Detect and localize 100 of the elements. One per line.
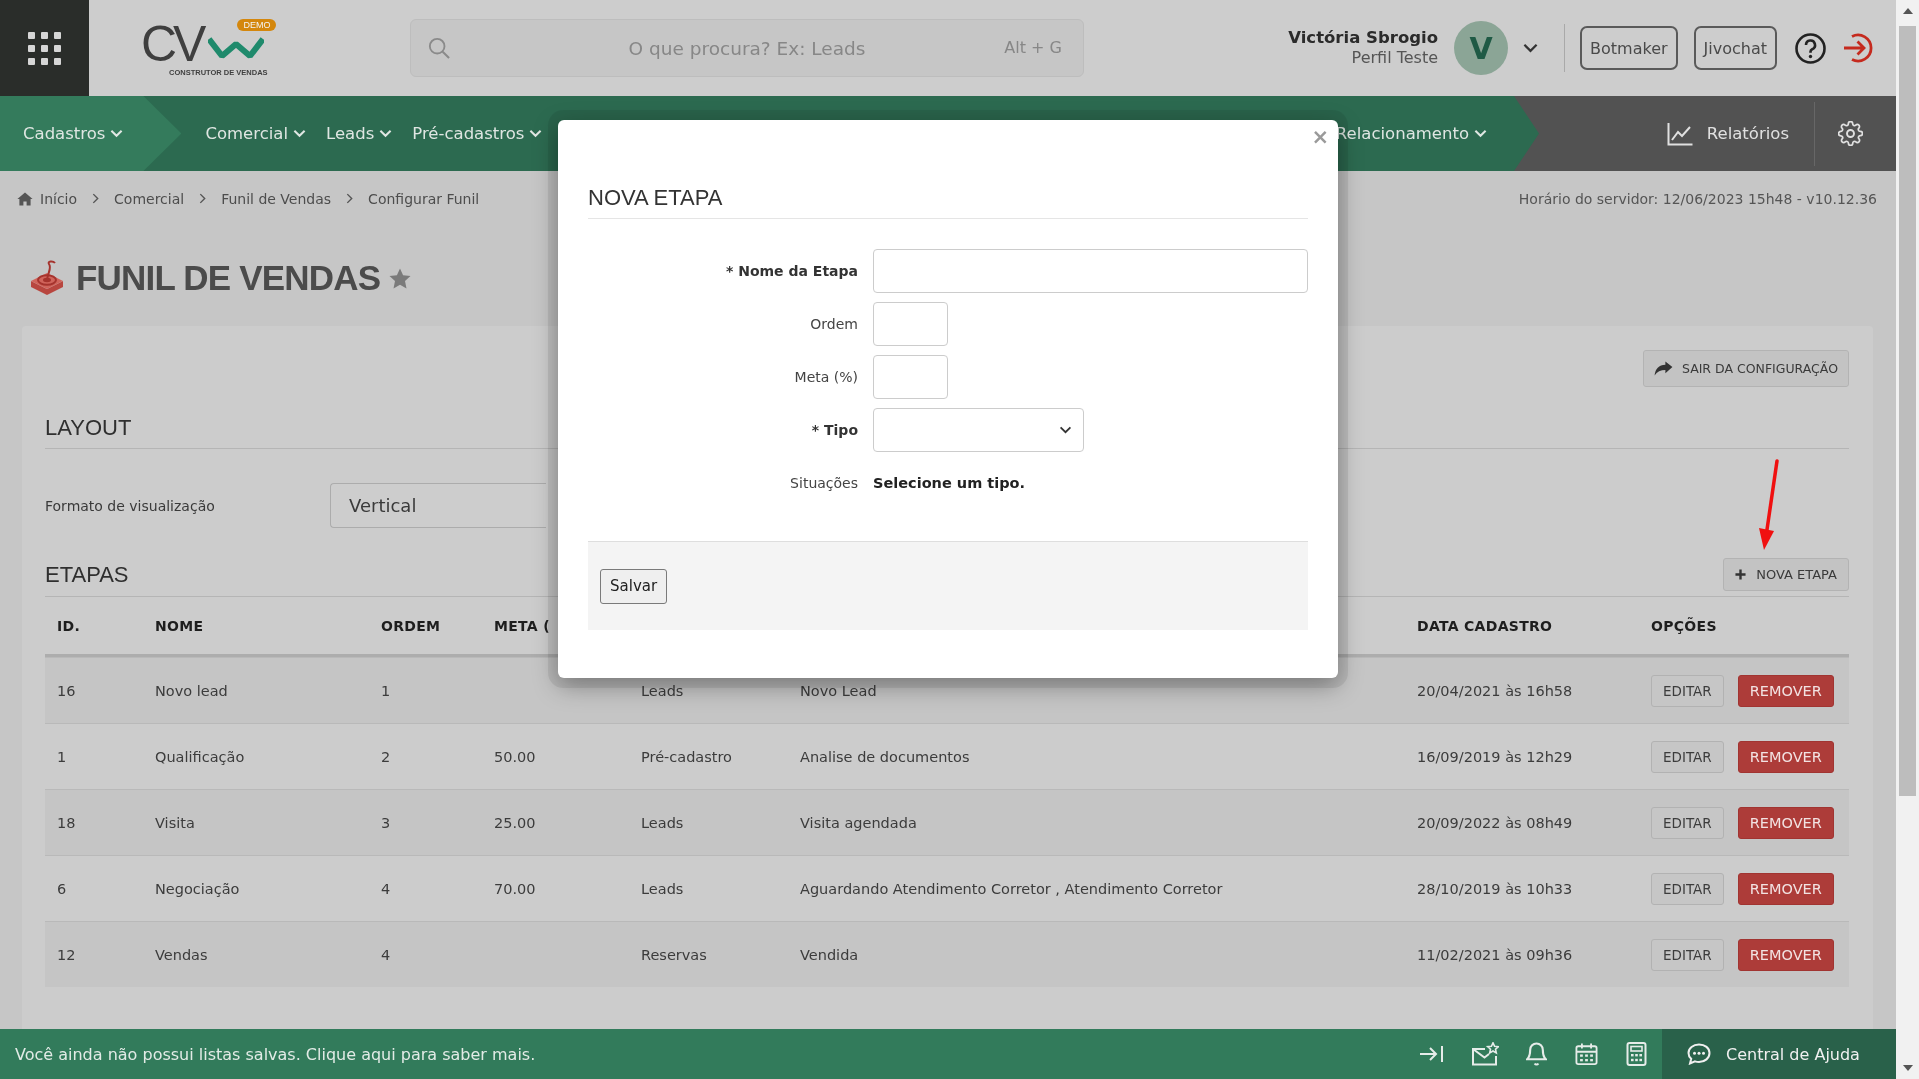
table-cell: Negociação — [155, 880, 240, 897]
breadcrumb-link[interactable]: Início — [17, 190, 78, 207]
column-header: DATA CADASTRO — [1417, 617, 1553, 634]
edit-button[interactable]: EDITAR — [1651, 938, 1724, 971]
table-cell: Leads — [641, 682, 684, 699]
arrow-to-line-icon[interactable] — [1419, 1043, 1444, 1065]
add-stage-button[interactable]: NOVA ETAPA — [1723, 558, 1849, 591]
settings-icon[interactable] — [1838, 121, 1863, 146]
table-cell: Leads — [641, 880, 684, 897]
table-cell: 6 — [57, 880, 67, 897]
field-label: * Tipo — [811, 422, 858, 438]
chevron-down-icon — [1059, 426, 1072, 434]
help-icon[interactable] — [1795, 32, 1826, 64]
column-header: META ( — [494, 617, 550, 634]
calculator-icon[interactable] — [1626, 1042, 1647, 1066]
save-button[interactable]: Salvar — [600, 568, 668, 604]
table-cell: Analise de documentos — [800, 748, 970, 765]
edit-button[interactable]: EDITAR — [1651, 872, 1724, 905]
star-icon[interactable] — [389, 267, 412, 289]
close-button[interactable]: × — [1311, 126, 1329, 148]
user-name: Victória Sbrogio — [1288, 28, 1438, 48]
field-label: Ordem — [810, 316, 858, 332]
logo-wave-icon — [208, 35, 265, 61]
chevron-down-icon — [529, 129, 543, 138]
header-button[interactable]: Botmaker — [1580, 26, 1678, 70]
info-text: Selecione um tipo. — [873, 475, 1026, 491]
remove-button[interactable]: REMOVER — [1737, 938, 1834, 971]
chevron-down-icon[interactable] — [1523, 43, 1538, 53]
page-title: FUNIL DE VENDAS — [76, 258, 381, 298]
apps-grid-icon — [28, 31, 61, 65]
nav-menu-item[interactable]: Pré-cadastros — [412, 96, 543, 171]
demo-badge: DEMO — [237, 19, 277, 31]
logout-icon[interactable] — [1842, 32, 1874, 64]
user-profile: Perfil Teste — [1351, 48, 1438, 68]
scrollbar-track[interactable] — [1896, 0, 1919, 1079]
chat-bubble-icon — [1687, 1043, 1711, 1065]
calendar-icon[interactable] — [1574, 1043, 1599, 1065]
scrollbar-thumb[interactable] — [1899, 26, 1916, 796]
table-cell: 18 — [57, 814, 76, 831]
scroll-down-icon[interactable] — [1902, 1065, 1913, 1071]
number-input[interactable] — [873, 302, 948, 346]
table-cell: 1 — [381, 682, 391, 699]
section-title: LAYOUT — [45, 415, 132, 441]
logo-mark: CV — [141, 23, 203, 65]
mail-star-icon[interactable] — [1471, 1042, 1499, 1066]
table-cell: 4 — [381, 880, 391, 897]
nav-menu-item[interactable]: Relacionamento — [1335, 96, 1487, 171]
user-avatar[interactable]: V — [1454, 21, 1508, 75]
table-cell: 25.00 — [494, 814, 536, 831]
table-cell: Reservas — [641, 946, 707, 963]
nav-menu-item[interactable]: Leads — [326, 96, 393, 171]
edit-button[interactable]: EDITAR — [1651, 674, 1724, 707]
column-header: ID. — [57, 617, 81, 634]
table-cell: 2 — [381, 748, 391, 765]
header-button[interactable]: Jivochat — [1693, 26, 1777, 70]
remove-button[interactable]: REMOVER — [1737, 740, 1834, 773]
section-title: ETAPAS — [45, 561, 129, 588]
table-cell: 28/10/2019 às 10h33 — [1417, 880, 1573, 897]
chevron-right-icon — [92, 193, 100, 204]
number-input[interactable] — [873, 355, 948, 399]
line-chart-icon — [1666, 121, 1693, 146]
table-cell: 16 — [57, 682, 76, 699]
breadcrumb-link[interactable]: Comercial — [114, 190, 185, 207]
table-cell: Novo lead — [155, 682, 228, 699]
chevron-right-icon — [346, 193, 354, 204]
table-cell: 16/09/2019 às 12h29 — [1417, 748, 1573, 765]
nav-menu-item[interactable]: Comercial — [205, 96, 307, 171]
table-cell: Pré-cadastro — [641, 748, 732, 765]
field-label: Meta (%) — [794, 369, 858, 385]
chevron-down-icon — [1474, 129, 1487, 138]
table-cell: 20/09/2022 às 08h49 — [1417, 814, 1573, 831]
table-cell: Visita agendada — [800, 814, 917, 831]
breadcrumb-link[interactable]: Configurar Funil — [368, 190, 480, 207]
bell-icon[interactable] — [1526, 1042, 1547, 1066]
shortcut-hint: Alt + G — [1004, 38, 1062, 58]
field-label: Situações — [790, 475, 858, 491]
chevron-down-icon — [379, 129, 393, 138]
table-cell: 20/04/2021 às 16h58 — [1417, 682, 1573, 699]
reports-link[interactable]: Relatórios — [1666, 121, 1789, 146]
help-center-button[interactable]: Central de Ajuda — [1662, 1029, 1896, 1079]
scroll-up-icon[interactable] — [1902, 8, 1913, 14]
breadcrumb-link[interactable]: Funil de Vendas — [221, 190, 332, 207]
remove-button[interactable]: REMOVER — [1737, 806, 1834, 839]
table-cell: 50.00 — [494, 748, 536, 765]
chevron-down-icon — [293, 129, 307, 138]
remove-button[interactable]: REMOVER — [1737, 674, 1834, 707]
edit-button[interactable]: EDITAR — [1651, 806, 1724, 839]
remove-button[interactable]: REMOVER — [1737, 872, 1834, 905]
exit-config-button[interactable]: SAIR DA CONFIGURAÇÃO — [1642, 350, 1849, 387]
text-input[interactable] — [873, 249, 1308, 293]
modal-title: NOVA ETAPA — [588, 185, 723, 211]
field-label: * Nome da Etapa — [726, 263, 858, 279]
edit-button[interactable]: EDITAR — [1651, 740, 1724, 773]
view-format-select[interactable]: Vertical — [330, 483, 546, 528]
apps-menu-button[interactable] — [0, 0, 89, 96]
server-time: Horário do servidor: 12/06/2023 15h48 - v10.12.36 — [1518, 190, 1877, 207]
saved-lists-link[interactable]: Você ainda não possui listas salvas. Clique aqui para saber mais. — [0, 1044, 536, 1064]
nav-menu-item[interactable]: Cadastros — [0, 96, 182, 171]
curved-arrow-icon — [1653, 361, 1673, 376]
table-cell: Qualificação — [155, 748, 245, 765]
